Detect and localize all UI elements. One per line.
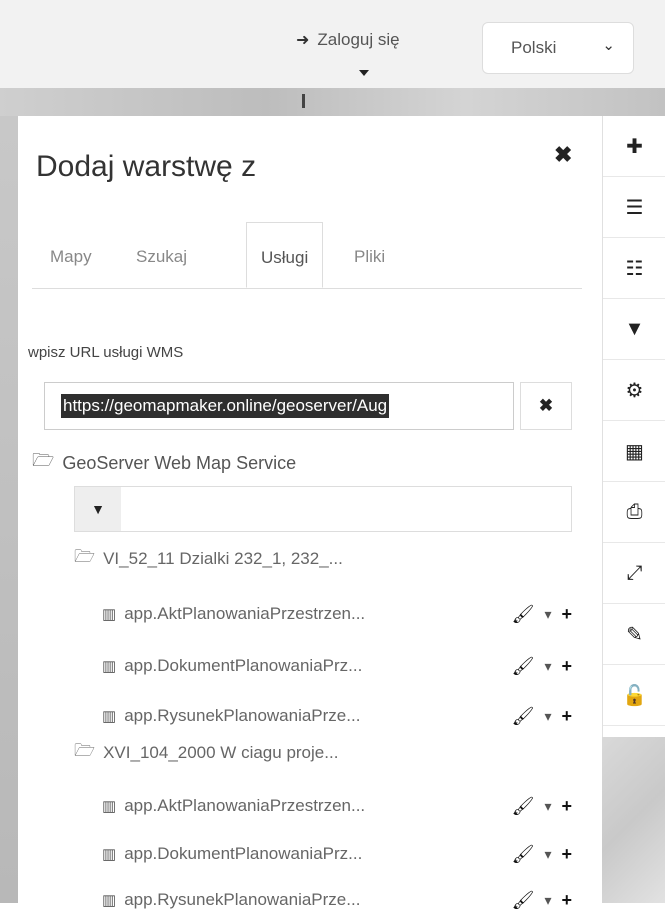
login-link[interactable]: ➜ Zaloguj się xyxy=(296,30,400,50)
wms-url-value: https://geomapmaker.online/geoserver/Aug xyxy=(61,394,390,418)
map-toolbar: ✚ ☰ ☷ ▼ ⚙ ▦ ⎙ ⤢ ✎ 🔓 xyxy=(602,116,665,737)
layers-icon: ▥ xyxy=(102,708,117,725)
settings-icon[interactable]: ⚙ xyxy=(603,360,665,421)
minus-icon[interactable]: ▾ xyxy=(544,658,551,675)
layer-label: app.DokumentPlanowaniaPrz... xyxy=(124,656,363,675)
layers-icon: ▥ xyxy=(102,846,117,863)
layers-icon: ▥ xyxy=(102,798,117,815)
brush-icon[interactable]: 🖌 xyxy=(512,706,535,727)
minus-icon[interactable]: ▾ xyxy=(544,606,551,623)
map-icon[interactable]: ▦ xyxy=(603,421,665,482)
tab-services[interactable]: Usługi xyxy=(246,222,324,288)
minus-icon[interactable]: ▾ xyxy=(544,708,551,725)
plus-icon[interactable]: + xyxy=(561,890,572,911)
wms-url-input[interactable]: https://geomapmaker.online/geoserver/Aug xyxy=(44,382,514,430)
layer-label: app.RysunekPlanowaniaPrze... xyxy=(124,890,361,909)
add-layer-panel: Dodaj warstwę z ✖ Mapy Szukaj Usługi Pli… xyxy=(18,116,602,910)
filter-icon[interactable]: ▼ xyxy=(75,487,121,531)
plus-icon[interactable]: + xyxy=(561,604,572,625)
close-icon[interactable]: ✖ xyxy=(554,142,572,168)
layer-group[interactable]: 🗁 VI_52_11 Dzialki 232_1, 232_... xyxy=(74,544,343,573)
language-label: Polski xyxy=(511,38,557,57)
layer-item[interactable]: ▥ app.RysunekPlanowaniaPrze... 🖌 ▾ + xyxy=(102,880,572,920)
layer-group[interactable]: 🗁 XVI_104_2000 W ciagu proje... xyxy=(74,738,338,767)
group-label: XVI_104_2000 W ciagu proje... xyxy=(103,742,339,762)
print-icon[interactable]: ⎙ xyxy=(603,482,665,543)
minus-icon[interactable]: ▾ xyxy=(544,892,551,909)
layer-item[interactable]: ▥ app.AktPlanowaniaPrzestrzen... 🖌 ▾ + xyxy=(102,594,572,634)
layers-icon: ▥ xyxy=(102,892,117,909)
brush-icon[interactable]: 🖌 xyxy=(512,656,535,677)
minus-icon[interactable]: ▾ xyxy=(544,798,551,815)
layers-icon: ▥ xyxy=(102,606,117,623)
clear-url-button[interactable]: ✖ xyxy=(520,382,572,430)
tab-maps[interactable]: Mapy xyxy=(50,222,92,288)
login-caret-icon xyxy=(359,70,369,76)
source-tabs: Mapy Szukaj Usługi Pliki xyxy=(32,222,582,289)
folder-open-icon: 🗁 xyxy=(32,450,55,470)
plus-icon[interactable]: + xyxy=(561,844,572,865)
layer-label: app.DokumentPlanowaniaPrz... xyxy=(124,844,363,863)
panel-title: Dodaj warstwę z xyxy=(36,150,257,183)
tab-search[interactable]: Szukaj xyxy=(136,222,187,288)
layer-item[interactable]: ▥ app.AktPlanowaniaPrzestrzen... 🖌 ▾ + xyxy=(102,786,572,826)
unlock-icon[interactable]: 🔓 xyxy=(603,665,665,726)
folder-open-icon: 🗁 xyxy=(74,547,96,566)
plus-icon[interactable]: + xyxy=(561,796,572,817)
brush-icon[interactable]: 🖌 xyxy=(512,604,535,625)
plus-icon[interactable]: + xyxy=(561,706,572,727)
layer-item[interactable]: ▥ app.RysunekPlanowaniaPrze... 🖌 ▾ + xyxy=(102,696,572,736)
map-background-strip xyxy=(0,88,665,116)
tree-root[interactable]: 🗁 GeoServer Web Map Service xyxy=(32,448,296,478)
layer-label: app.AktPlanowaniaPrzestrzen... xyxy=(124,796,366,815)
plus-icon[interactable]: + xyxy=(561,656,572,677)
layer-filter-input[interactable]: ▼ xyxy=(74,486,572,532)
pencil-icon[interactable]: ✎ xyxy=(603,604,665,665)
top-bar: ➜ Zaloguj się Polski ⌄ xyxy=(0,0,665,88)
map-background-left xyxy=(0,116,18,903)
plus-icon[interactable]: ✚ xyxy=(603,116,665,177)
layer-item[interactable]: ▥ app.DokumentPlanowaniaPrz... 🖌 ▾ + xyxy=(102,646,572,686)
layers-icon: ▥ xyxy=(102,658,117,675)
brush-icon[interactable]: 🖌 xyxy=(512,844,535,865)
tab-files[interactable]: Pliki xyxy=(354,222,385,288)
brush-icon[interactable]: 🖌 xyxy=(512,890,535,911)
sign-in-icon: ➜ xyxy=(296,32,310,49)
login-label: Zaloguj się xyxy=(317,30,400,49)
folder-open-icon: 🗁 xyxy=(74,741,96,760)
lines-icon[interactable]: ☰ xyxy=(603,177,665,238)
minus-icon[interactable]: ▾ xyxy=(544,846,551,863)
tree-root-label: GeoServer Web Map Service xyxy=(62,452,297,473)
measure-icon[interactable]: ⤢ xyxy=(603,543,665,604)
map-marker xyxy=(302,94,305,108)
filter-icon[interactable]: ▼ xyxy=(603,299,665,360)
list-icon[interactable]: ☷ xyxy=(603,238,665,299)
close-icon: ✖ xyxy=(538,396,554,415)
layer-label: app.RysunekPlanowaniaPrze... xyxy=(124,706,361,725)
language-select[interactable]: Polski ⌄ xyxy=(482,22,634,74)
layer-label: app.AktPlanowaniaPrzestrzen... xyxy=(124,604,366,623)
layer-item[interactable]: ▥ app.DokumentPlanowaniaPrz... 🖌 ▾ + xyxy=(102,834,572,874)
group-label: VI_52_11 Dzialki 232_1, 232_... xyxy=(103,548,343,568)
map-background-corner xyxy=(602,737,665,903)
brush-icon[interactable]: 🖌 xyxy=(512,796,535,817)
chevron-down-icon: ⌄ xyxy=(602,37,615,54)
wms-url-label: wpisz URL usługi WMS xyxy=(28,344,184,361)
